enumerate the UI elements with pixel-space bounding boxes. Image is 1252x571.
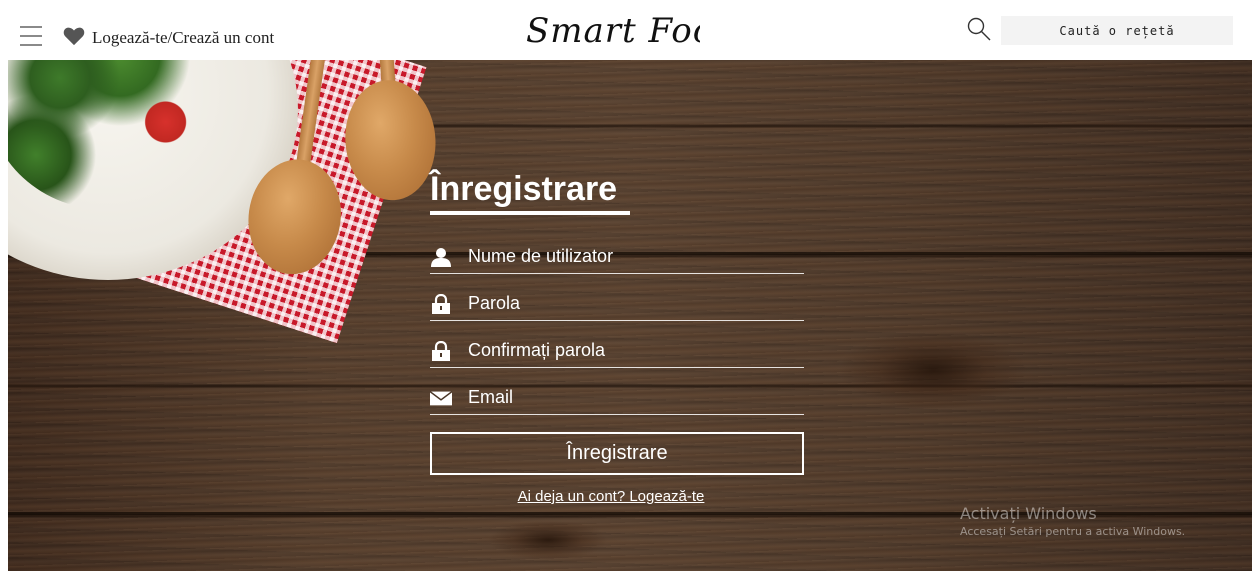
wood-knot bbox=[838, 330, 1028, 410]
password-field[interactable] bbox=[430, 289, 804, 321]
watermark-line2: Accesați Setări pentru a activa Windows. bbox=[960, 525, 1186, 538]
site-header: Logează-te/Crează un cont Smart Food Cau… bbox=[0, 0, 1252, 60]
email-input[interactable] bbox=[468, 385, 798, 409]
wood-knot bbox=[488, 520, 608, 560]
password-input[interactable] bbox=[468, 291, 798, 315]
watermark-line1: Activați Windows bbox=[960, 504, 1097, 523]
smart-food-logo[interactable]: Smart Food bbox=[520, 4, 700, 56]
envelope-icon bbox=[430, 390, 452, 406]
title-underline bbox=[430, 211, 630, 215]
lock-icon bbox=[432, 294, 450, 314]
search-input[interactable]: Caută o rețetă bbox=[1001, 16, 1233, 45]
svg-text:Smart Food: Smart Food bbox=[526, 11, 700, 51]
confirm-password-input[interactable] bbox=[468, 338, 798, 362]
register-button[interactable]: Înregistrare bbox=[430, 432, 804, 475]
heart-icon bbox=[63, 27, 85, 46]
search-icon[interactable] bbox=[966, 16, 992, 42]
username-field[interactable] bbox=[430, 242, 804, 274]
confirm-password-field[interactable] bbox=[430, 336, 804, 368]
login-register-link[interactable]: Logează-te/Crează un cont bbox=[92, 28, 274, 48]
hamburger-menu-icon[interactable] bbox=[20, 26, 42, 46]
email-field[interactable] bbox=[430, 383, 804, 415]
user-icon bbox=[431, 248, 451, 267]
windows-activation-watermark: Activați Windows Accesați Setări pentru … bbox=[960, 504, 1185, 538]
already-have-account-link[interactable]: Ai deja un cont? Logează-te bbox=[430, 488, 792, 505]
lock-icon bbox=[432, 341, 450, 361]
username-input[interactable] bbox=[468, 244, 798, 268]
form-title: Înregistrare bbox=[430, 170, 618, 208]
